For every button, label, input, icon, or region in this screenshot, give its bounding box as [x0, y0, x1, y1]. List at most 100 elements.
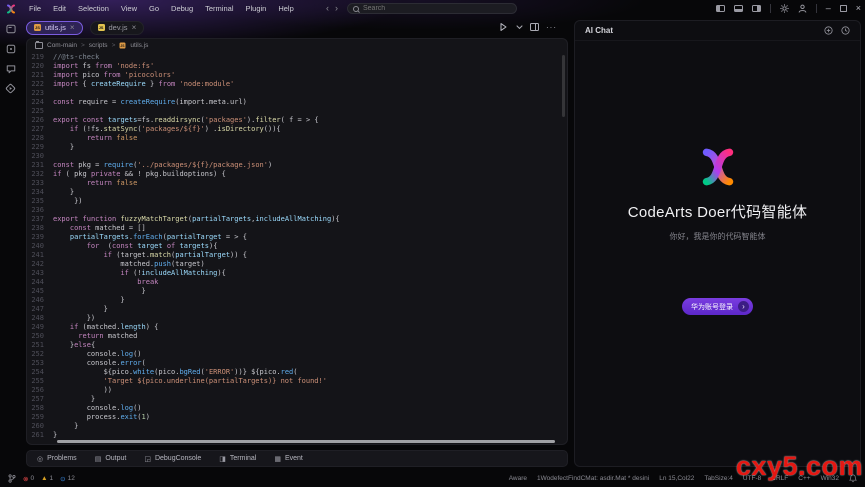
code-line[interactable]: 246 } — [27, 296, 567, 305]
extensions-icon[interactable] — [5, 83, 16, 94]
code-line[interactable]: 259 process.exit(1) — [27, 413, 567, 422]
menu-item-plugin[interactable]: Plugin — [240, 2, 271, 15]
settings-gear-icon[interactable] — [780, 4, 789, 13]
global-search[interactable] — [347, 3, 517, 14]
history-clock-icon[interactable] — [841, 26, 850, 35]
tab-close-icon[interactable]: × — [70, 24, 75, 32]
toggle-panel-icon[interactable] — [734, 5, 743, 12]
branch-icon[interactable] — [8, 474, 16, 483]
code-line[interactable]: 255 'Target ${pico.underline(partialTarg… — [27, 377, 567, 386]
code-line[interactable]: 260 } — [27, 422, 567, 431]
code-line[interactable]: 258 console.log() — [27, 404, 567, 413]
menu-item-file[interactable]: File — [24, 2, 46, 15]
code-line[interactable]: 228 return false — [27, 134, 567, 143]
menu-item-help[interactable]: Help — [273, 2, 298, 15]
tab-close-icon[interactable]: × — [132, 24, 137, 32]
horizontal-scrollbar[interactable] — [57, 440, 555, 443]
code-line[interactable]: 247 } — [27, 305, 567, 314]
code-line[interactable]: 226export const targets=fs.readdirsync('… — [27, 116, 567, 125]
code-line[interactable]: 222import { createRequire } from 'node:m… — [27, 80, 567, 89]
panel-tab-event[interactable]: ▦Event — [274, 455, 303, 463]
toggle-secondary-sidebar-icon[interactable] — [752, 5, 761, 12]
code-line[interactable]: 252 console.log() — [27, 350, 567, 359]
close-icon[interactable]: × — [856, 4, 861, 13]
menu-item-terminal[interactable]: Terminal — [200, 2, 238, 15]
status-item[interactable]: 1WodefectFindCMat: asdir.Mat * desini — [537, 475, 649, 482]
problems-warnings[interactable]: ▲1 — [41, 475, 53, 482]
breadcrumb-item[interactable]: utils.js — [130, 42, 148, 49]
split-editor-icon[interactable] — [530, 23, 539, 31]
code-line[interactable]: 224const require = createRequire(import.… — [27, 98, 567, 107]
search-input[interactable] — [363, 5, 511, 12]
panel-tab-problems[interactable]: ◎Problems — [37, 455, 77, 463]
code-line[interactable]: 219//@ts-check — [27, 53, 567, 62]
panel-tab-debugconsole[interactable]: ◲DebugConsole — [144, 455, 201, 463]
code-line[interactable]: 234 } — [27, 188, 567, 197]
code-line[interactable]: 231const pkg = require('../packages/${f}… — [27, 161, 567, 170]
code-line[interactable]: 229 } — [27, 143, 567, 152]
code-line[interactable]: 220import fs from 'node:fs' — [27, 62, 567, 71]
vertical-scrollbar[interactable] — [562, 55, 565, 117]
run-debug-icon[interactable] — [498, 22, 509, 32]
code-line[interactable]: 250 return matched — [27, 332, 567, 341]
code-line[interactable]: 239 partialTargets.forEach(partialTarget… — [27, 233, 567, 242]
code-line[interactable]: 256 )) — [27, 386, 567, 395]
huawei-login-button[interactable]: 华为账号登录 › — [682, 298, 753, 315]
status-item[interactable]: TabSize:4 — [704, 475, 733, 482]
chat-icon[interactable] — [5, 63, 16, 74]
code-line[interactable]: 253 console.error( — [27, 359, 567, 368]
new-chat-icon[interactable] — [824, 26, 833, 35]
code-line[interactable]: 243 if (!includeAllMatching){ — [27, 269, 567, 278]
code-line[interactable]: 233 return false — [27, 179, 567, 188]
code-line[interactable]: 251 }else{ — [27, 341, 567, 350]
code-lines[interactable]: 219//@ts-check220import fs from 'node:fs… — [27, 53, 567, 444]
toggle-sidebar-icon[interactable] — [716, 5, 725, 12]
code-line[interactable]: 240 for (const target of targets){ — [27, 242, 567, 251]
code-line[interactable]: 238 const matched = [] — [27, 224, 567, 233]
code-line[interactable]: 261} — [27, 431, 567, 440]
nav-back-icon[interactable]: ‹ — [326, 3, 329, 13]
code-line[interactable]: 244 break — [27, 278, 567, 287]
breadcrumb-item[interactable]: scripts — [89, 42, 108, 49]
breadcrumb[interactable]: Com-main>scripts>JSutils.js — [27, 39, 567, 52]
status-item[interactable]: Ln 15,Col22 — [659, 475, 694, 482]
line-number: 260 — [27, 422, 53, 431]
code-line[interactable]: 241 if (target.match(partialTarget)) { — [27, 251, 567, 260]
menu-item-view[interactable]: View — [116, 2, 142, 15]
code-line[interactable]: 248 }) — [27, 314, 567, 323]
account-icon[interactable] — [798, 4, 807, 13]
chevron-down-icon[interactable] — [516, 24, 523, 30]
status-item[interactable]: Aware — [509, 475, 527, 482]
menu-item-selection[interactable]: Selection — [73, 2, 114, 15]
code-line[interactable]: 257 } — [27, 395, 567, 404]
restore-icon[interactable] — [840, 5, 847, 12]
code-line[interactable]: 245 } — [27, 287, 567, 296]
menu-item-debug[interactable]: Debug — [166, 2, 198, 15]
explorer-icon[interactable] — [5, 23, 16, 34]
code-line[interactable]: 237export function fuzzyMatchTarget(part… — [27, 215, 567, 224]
tab-dev-js[interactable]: JS dev.js × — [90, 21, 145, 35]
tab-utils-js[interactable]: JS utils.js × — [26, 21, 83, 35]
nav-forward-icon[interactable]: › — [335, 3, 338, 13]
code-line[interactable]: 232if ( pkg private && ! pkg.buildoption… — [27, 170, 567, 179]
code-line[interactable]: 235 }) — [27, 197, 567, 206]
minimize-icon[interactable]: – — [826, 4, 831, 13]
code-line[interactable]: 254 ${pico.white(pico.bgRed('ERROR'))} $… — [27, 368, 567, 377]
code-line[interactable]: 236 — [27, 206, 567, 215]
problems-infos[interactable]: ⊙12 — [60, 475, 75, 483]
code-line[interactable]: 242 matched.push(target) — [27, 260, 567, 269]
notebook-icon[interactable] — [5, 43, 16, 54]
problems-errors[interactable]: ⊗0 — [23, 475, 34, 483]
panel-tab-output[interactable]: ▤Output — [95, 455, 127, 463]
code-line[interactable]: 223 — [27, 89, 567, 98]
code-line[interactable]: 225 — [27, 107, 567, 116]
code-line[interactable]: 221import pico from 'picocolors' — [27, 71, 567, 80]
breadcrumb-item[interactable]: Com-main — [47, 42, 77, 49]
menu-item-edit[interactable]: Edit — [48, 2, 71, 15]
menu-item-go[interactable]: Go — [144, 2, 164, 15]
code-line[interactable]: 249 if (matched.length) { — [27, 323, 567, 332]
code-line[interactable]: 227 if (!fs.statSync('packages/${f}') .i… — [27, 125, 567, 134]
panel-tab-terminal[interactable]: ◨Terminal — [219, 455, 256, 463]
code-line[interactable]: 230 — [27, 152, 567, 161]
more-actions-icon[interactable]: ··· — [546, 23, 557, 32]
